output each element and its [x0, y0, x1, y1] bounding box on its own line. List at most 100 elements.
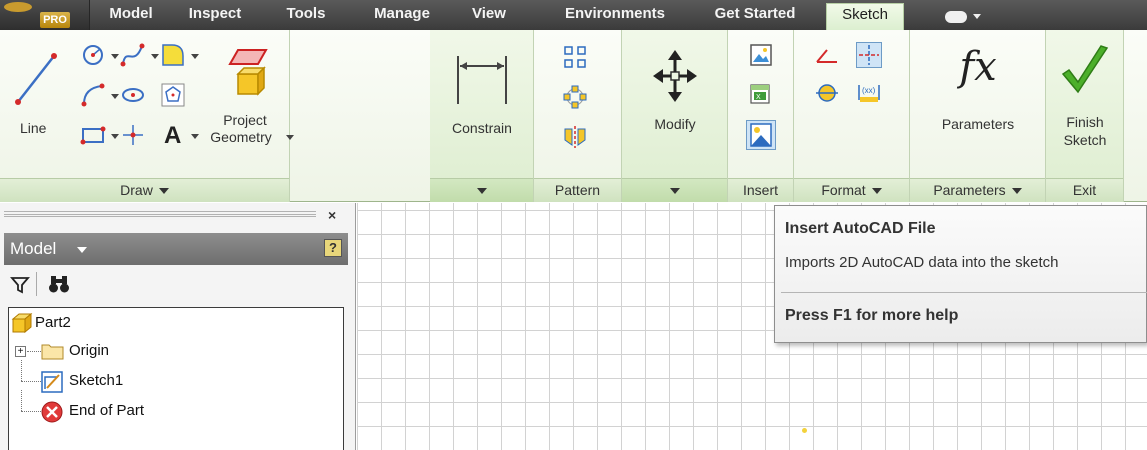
modify-label: Modify: [654, 116, 696, 132]
tab-model[interactable]: Model: [96, 3, 166, 30]
import-points-button[interactable]: X: [748, 82, 774, 108]
autocad-file-icon: [750, 123, 772, 147]
rectangle-icon: [80, 126, 106, 145]
rectangle-dropdown-caret[interactable]: [111, 134, 119, 139]
browser-title[interactable]: Model: [10, 239, 56, 259]
region-dropdown-caret[interactable]: [191, 54, 199, 59]
part-icon: [11, 313, 33, 333]
center-point-button[interactable]: [814, 80, 840, 106]
chevron-down-icon: [158, 188, 169, 195]
insert-autocad-file-button[interactable]: [746, 120, 776, 150]
project-geometry-dropdown-caret[interactable]: [286, 135, 294, 140]
ribbon-tab-bar: PRO Model Inspect Tools Manage View Envi…: [0, 0, 1147, 30]
circular-pattern-button[interactable]: [562, 84, 588, 110]
tree-connector: [21, 411, 41, 412]
image-icon: [750, 44, 772, 66]
centerline-button[interactable]: [856, 42, 882, 68]
tab-get-started[interactable]: Get Started: [700, 3, 810, 30]
text-tool-button[interactable]: A: [160, 122, 186, 149]
project-geometry-button[interactable]: Project Geometry: [200, 38, 294, 168]
insert-panel: X Insert: [728, 30, 794, 202]
rectangle-tool-button[interactable]: [80, 122, 106, 148]
point-tool-button[interactable]: [120, 122, 146, 148]
construction-button[interactable]: [814, 42, 840, 68]
end-of-part-icon: [41, 401, 63, 423]
point-center-icon: [123, 125, 143, 145]
chevron-down-icon: [669, 188, 680, 195]
ellipse-tool-button[interactable]: [120, 82, 146, 108]
spline-tool-button[interactable]: [120, 42, 146, 68]
polygon-tool-button[interactable]: [160, 82, 186, 108]
parameters-panel-footer[interactable]: Parameters: [910, 178, 1045, 202]
checkmark-icon: [1061, 45, 1109, 94]
tree-connector: [21, 390, 22, 411]
excel-points-icon: X: [750, 84, 770, 104]
help-dropdown-button[interactable]: [945, 8, 985, 26]
finish-sketch-label-line2: Sketch: [1063, 132, 1107, 148]
tree-node-label: Origin: [69, 342, 110, 359]
draw-panel: Line A Project Geometry Draw: [0, 30, 294, 202]
browser-grip[interactable]: [4, 211, 316, 217]
pattern-panel-footer: Pattern: [534, 178, 621, 202]
tab-tools[interactable]: Tools: [280, 3, 332, 30]
tab-sketch[interactable]: Sketch: [826, 3, 904, 30]
spline-dropdown-caret[interactable]: [151, 54, 159, 59]
insert-panel-title: Insert: [742, 182, 778, 198]
project-geometry-label-line1: Project: [223, 112, 267, 128]
rectangular-pattern-icon: [564, 46, 586, 68]
chevron-down-icon[interactable]: [77, 247, 87, 253]
application-menu-button[interactable]: PRO: [0, 0, 90, 30]
parameters-button[interactable]: fx Parameters: [910, 42, 1046, 152]
folder-icon: [41, 344, 64, 360]
tab-environments[interactable]: Environments: [548, 3, 682, 30]
mirror-icon: [564, 126, 586, 148]
mirror-button[interactable]: [562, 124, 588, 150]
model-tree: Part2 + Origin Sketch1 End of Part: [8, 307, 344, 450]
format-panel-footer[interactable]: Format: [794, 178, 909, 202]
draw-panel-footer[interactable]: Draw: [0, 178, 289, 202]
tab-manage[interactable]: Manage: [360, 3, 444, 30]
finish-sketch-label-line1: Finish: [1066, 114, 1104, 130]
arc-tool-button[interactable]: [80, 82, 106, 108]
project-geometry-label-line2: Geometry: [210, 129, 272, 145]
browser-header: Model ?: [4, 233, 348, 265]
dimension-icon: [457, 56, 507, 104]
driven-dimension-icon: (xx): [858, 85, 880, 102]
center-point-icon: [816, 84, 838, 102]
modify-panel-footer[interactable]: [622, 178, 727, 202]
arc-dropdown-caret[interactable]: [111, 94, 119, 99]
close-icon[interactable]: ×: [328, 207, 336, 223]
help-icon: [945, 11, 967, 23]
line-button[interactable]: Line: [4, 40, 62, 160]
binoculars-icon[interactable]: [48, 274, 70, 294]
tree-node-label: Part2: [35, 314, 71, 331]
insert-image-button[interactable]: [748, 42, 774, 68]
tab-inspect[interactable]: Inspect: [180, 3, 250, 30]
sketch-origin-point[interactable]: [802, 428, 807, 433]
exit-panel: Finish Sketch Exit: [1046, 30, 1124, 202]
centerline-icon: [859, 45, 879, 65]
circle-tool-button[interactable]: [80, 42, 106, 68]
help-icon[interactable]: ?: [324, 239, 342, 257]
polygon-icon: [161, 83, 185, 107]
pattern-panel: Pattern: [534, 30, 622, 202]
ellipse-arc-tool-button[interactable]: [160, 42, 186, 68]
driven-dimension-button[interactable]: (xx): [856, 80, 882, 106]
rectangular-pattern-button[interactable]: [562, 44, 588, 70]
svg-text:X: X: [756, 94, 761, 101]
expand-toggle-icon[interactable]: +: [15, 346, 26, 357]
draw-panel-title: Draw: [120, 182, 153, 198]
constrain-button[interactable]: Constrain: [430, 44, 534, 154]
app-logo-icon: [4, 2, 32, 12]
modify-button[interactable]: Modify: [622, 44, 728, 154]
tab-view[interactable]: View: [466, 3, 512, 30]
finish-sketch-button[interactable]: Finish Sketch: [1046, 40, 1124, 158]
filter-icon[interactable]: [10, 275, 30, 295]
format-panel: (xx) Format: [794, 30, 910, 202]
browser-toolbar: [4, 269, 348, 301]
constrain-panel-footer[interactable]: [430, 178, 533, 202]
tooltip-insert-autocad-file: Insert AutoCAD File Imports 2D AutoCAD d…: [774, 205, 1147, 343]
model-browser: × Model ? Part2 + Origin Sketch1 End of …: [0, 203, 356, 450]
circle-dropdown-caret[interactable]: [111, 54, 119, 59]
circle-center-icon: [83, 45, 103, 65]
